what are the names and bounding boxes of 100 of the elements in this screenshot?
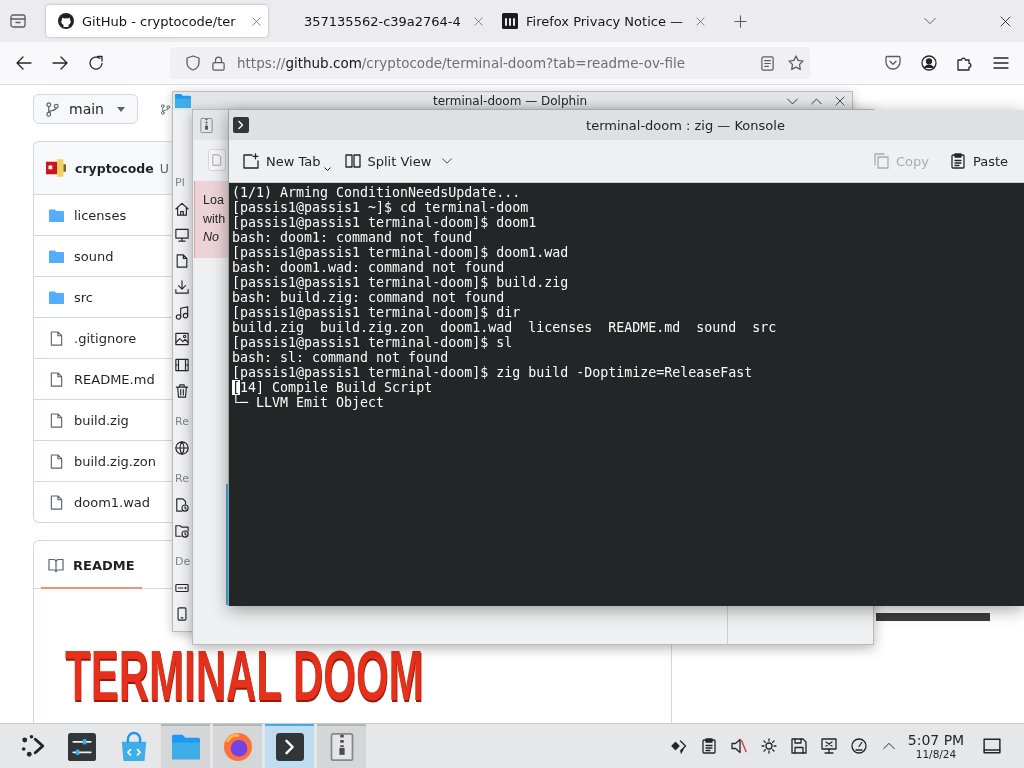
clipboard-icon[interactable]	[701, 738, 717, 754]
places-heading: De	[174, 554, 191, 570]
file-name[interactable]: README.md	[74, 371, 155, 387]
file-name[interactable]: licenses	[74, 207, 127, 223]
download-icon[interactable]	[175, 280, 189, 294]
browser-tab[interactable]: 357135562-c39a2764-4	[268, 5, 490, 37]
volume-muted-icon[interactable]	[731, 738, 747, 754]
network-icon[interactable]	[175, 441, 189, 455]
file-name[interactable]: build.zig.zon	[74, 453, 156, 469]
file-name[interactable]: sound	[74, 248, 114, 264]
pocket-icon[interactable]	[885, 55, 901, 71]
network-monitor-icon[interactable]	[821, 738, 837, 754]
split-view-icon	[344, 153, 361, 169]
terminal-line: bash: doom1.wad: command not found	[232, 260, 505, 275]
launcher-icon[interactable]	[20, 734, 45, 758]
music-note-icon[interactable]	[175, 306, 189, 320]
toolbar-button[interactable]: New Tab	[243, 146, 331, 176]
file-name[interactable]: .gitignore	[74, 330, 137, 346]
document-icon[interactable]	[175, 254, 189, 268]
new-tab-icon	[243, 153, 259, 169]
trash-icon[interactable]	[175, 384, 189, 398]
paste-icon	[949, 153, 966, 169]
terminal-line: [passis1@passis1 terminal-doom]$ sl	[232, 335, 513, 350]
reader-view-icon[interactable]	[760, 55, 775, 71]
star-icon[interactable]	[788, 55, 804, 71]
lock-icon[interactable]	[211, 55, 226, 71]
file-name[interactable]: build.zig	[74, 412, 129, 428]
browser-tab[interactable]: Firefox Privacy Notice —	[490, 5, 712, 37]
forward-arrow-icon[interactable]	[52, 55, 68, 71]
book-icon	[48, 557, 64, 573]
task-button[interactable]	[265, 724, 314, 768]
branch-icon[interactable]	[160, 103, 171, 115]
terminal-line: (1/1) Arming ConditionNeedsUpdate...	[232, 185, 521, 200]
shield-icon[interactable]	[185, 55, 201, 71]
terminal-line: build.zig build.zig.zon doom1.wad licenses README.md sound src	[232, 320, 777, 335]
error-text: No	[203, 229, 220, 246]
back-arrow-icon[interactable]	[16, 55, 32, 71]
chevron-up-icon[interactable]	[883, 740, 895, 752]
puzzle-icon[interactable]	[957, 55, 973, 71]
page-icon	[211, 154, 223, 166]
gauge-icon[interactable]	[851, 738, 867, 754]
toolbar-button[interactable]: Split View	[344, 146, 453, 176]
close-icon[interactable]	[835, 96, 845, 106]
terminal-icon	[275, 733, 304, 761]
folder-icon	[171, 733, 200, 761]
terminal-line: [passis1@passis1 terminal-doom]$ zig build -Doptimize=ReleaseFast	[232, 365, 753, 380]
browser-tab[interactable]: GitHub - cryptocode/ter	[46, 5, 268, 37]
terminal-line: bash: doom1: command not found	[232, 230, 473, 245]
device-connect-icon[interactable]	[671, 738, 687, 754]
account-icon[interactable]	[921, 55, 937, 71]
branch-button[interactable]: main	[33, 94, 138, 124]
terminal-line: bash: build.zig: command not found	[232, 290, 505, 305]
brightness-icon[interactable]	[761, 738, 777, 754]
chevron-down-icon[interactable]	[787, 95, 798, 107]
floppy-disk-icon[interactable]	[791, 738, 807, 754]
recent-file-icon[interactable]	[175, 498, 189, 512]
clock-time[interactable]: 5:07 PM	[907, 731, 965, 748]
drive-icon[interactable]	[175, 581, 189, 595]
folder-icon	[49, 289, 64, 305]
file-name[interactable]: src	[74, 289, 93, 305]
monitor-icon[interactable]	[175, 228, 189, 242]
folder-icon	[49, 207, 64, 223]
file-icon	[49, 494, 64, 510]
branch-icon	[45, 101, 60, 117]
file-icon	[49, 330, 64, 346]
address-bar[interactable]: https://github.com/cryptocode/terminal-doom?tab=readme-ov-file	[170, 47, 810, 79]
browser-icon	[223, 733, 252, 761]
reload-icon[interactable]	[88, 55, 104, 71]
home-icon[interactable]	[175, 202, 189, 216]
shopping-bag-icon	[119, 733, 148, 761]
caret-down-icon	[117, 106, 125, 112]
commit-message[interactable]: U	[159, 160, 169, 176]
plus-icon[interactable]	[733, 14, 747, 28]
places-heading: Re	[174, 471, 190, 487]
phone-icon[interactable]	[175, 607, 189, 621]
url-text[interactable]: https://github.com/cryptocode/terminal-doom?tab=readme-ov-file	[237, 55, 760, 71]
menu-icon[interactable]	[993, 55, 1009, 71]
folder-icon	[49, 248, 64, 264]
image-icon[interactable]	[175, 332, 189, 346]
file-icon	[49, 412, 64, 428]
chevron-down-icon[interactable]	[924, 15, 936, 27]
copy-icon	[872, 153, 889, 169]
terminal-line: [passis1@passis1 ~]$ cd terminal-doom	[232, 200, 529, 215]
readme-tab[interactable]: README	[41, 541, 142, 589]
film-icon[interactable]	[175, 358, 189, 372]
show-desktop-icon[interactable]	[983, 737, 1001, 755]
recent-folder-icon[interactable]	[175, 524, 189, 538]
author-link[interactable]: cryptocode	[75, 160, 154, 176]
toolbar-button[interactable]: Paste	[949, 146, 1008, 176]
chevron-down-icon	[442, 156, 453, 166]
tab-list-icon[interactable]	[10, 13, 26, 29]
close-icon[interactable]	[999, 15, 1011, 27]
clock-date[interactable]: 11/8/24	[915, 747, 957, 761]
terminal-line: [passis1@passis1 terminal-doom]$ doom1.wad	[232, 245, 569, 260]
message-text: with	[203, 210, 227, 228]
chevron-up-icon[interactable]	[811, 95, 822, 107]
terminal-icon	[233, 117, 249, 133]
file-icon	[49, 453, 64, 469]
message-text: Loa	[203, 192, 225, 209]
file-name[interactable]: doom1.wad	[74, 494, 151, 510]
